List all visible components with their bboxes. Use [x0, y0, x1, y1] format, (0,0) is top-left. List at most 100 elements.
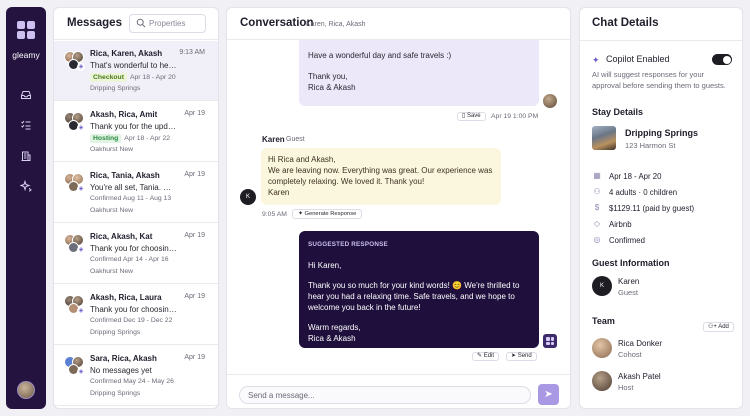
- details-title: Chat Details: [592, 17, 659, 29]
- property-name[interactable]: Dripping Springs: [625, 128, 698, 138]
- conversation-participants: Karen, Rica, Akash: [306, 21, 366, 28]
- message-line: We are leaving now. Everything was great…: [268, 166, 493, 186]
- thread-time: Apr 19: [184, 110, 205, 117]
- avatar: [592, 338, 612, 358]
- message-line: Hi Rica and Akash,: [268, 155, 336, 164]
- message-line: Rica & Akash: [308, 83, 356, 92]
- sparkle-icon[interactable]: [19, 179, 33, 194]
- messages-title: Messages: [67, 17, 122, 29]
- thread-dates: Apr 18 - Apr 20: [129, 74, 176, 81]
- thread-preview: Thank you for the update ...: [90, 122, 178, 131]
- message-timestamp: Apr 19 1:00 PM: [491, 113, 539, 120]
- thread-names: Akash, Rica, Laura: [90, 293, 162, 302]
- guest-avatar: K: [592, 276, 612, 296]
- thread-location: Dripping Springs: [90, 85, 141, 92]
- property-address: 123 Harmon St: [625, 141, 676, 150]
- thread-item[interactable]: ◈ Sara, Rica, Akash Apr 19 No messages y…: [54, 346, 218, 406]
- add-team-member-button[interactable]: ⚇+ Add: [703, 322, 734, 332]
- conversation-header: Conversation Karen, Rica, Akash: [227, 8, 570, 40]
- channel-icon: ◈: [77, 368, 85, 376]
- thread-location: Oakhurst New: [90, 146, 134, 153]
- thread-item[interactable]: ◈ Akash, Rica, Laura Apr 19 Thank you fo…: [54, 285, 218, 345]
- channel-icon: ◈: [77, 246, 85, 254]
- guest-role: Guest: [618, 288, 639, 297]
- sender-name: Karen: [262, 135, 285, 144]
- copilot-toggle[interactable]: [712, 54, 732, 65]
- thread-time: Apr 19: [184, 354, 205, 361]
- thread-time: 9:13 AM: [179, 49, 205, 56]
- sender-role: Guest: [286, 136, 305, 143]
- brand-name: gleamy: [12, 50, 40, 60]
- suggested-response-label: SUGGESTED RESPONSE: [308, 241, 388, 248]
- thread-location: Dripping Springs: [90, 329, 141, 336]
- thread-preview: That's wonderful to hea...: [90, 61, 178, 70]
- message-input[interactable]: [239, 386, 531, 404]
- thread-time: Apr 19: [184, 232, 205, 239]
- thread-status: Confirmed Apr 14 - Apr 16: [90, 256, 169, 263]
- thread-names: Rica, Akash, Kat: [90, 232, 153, 241]
- message-line: Thank you so much for your kind words! 😊…: [308, 281, 520, 312]
- thread-location: Dripping Springs: [90, 390, 141, 397]
- checklist-icon[interactable]: [19, 119, 33, 133]
- group-avatar: ◈: [64, 173, 85, 193]
- users-icon: ⚇: [593, 187, 601, 196]
- thread-status: Checkout Apr 18 - Apr 20: [90, 73, 176, 82]
- inbox-icon[interactable]: [19, 89, 33, 103]
- thread-item[interactable]: ◈ Rica, Tania, Akash Apr 19 You're all s…: [54, 163, 218, 223]
- outgoing-message: Have a wonderful day and safe travels :)…: [299, 40, 539, 106]
- team-heading: Team: [592, 316, 615, 326]
- tag-icon: ◇: [593, 219, 601, 228]
- thread-status: Confirmed Aug 11 - Aug 13: [90, 195, 172, 202]
- send-suggestion-button[interactable]: ➤ Send: [506, 352, 537, 361]
- generate-response-button[interactable]: ✦ Generate Response: [292, 209, 363, 219]
- channel-icon: ◈: [77, 124, 85, 132]
- thread-names: Akash, Rica, Amit: [90, 110, 158, 119]
- property-thumbnail[interactable]: [592, 126, 616, 150]
- thread-item[interactable]: ◈ Rica, Karen, Akash 9:13 AM That's wond…: [54, 41, 218, 101]
- group-avatar: ◈: [64, 234, 85, 254]
- team-member-role: Cohost: [618, 350, 642, 359]
- edit-button[interactable]: ✎ Edit: [472, 352, 500, 361]
- thread-status: Hosting Apr 18 - Apr 22: [90, 134, 170, 143]
- thread-item[interactable]: ◈ Akash, Rica, Amit Apr 19 Thank you for…: [54, 102, 218, 162]
- thread-preview: No messages yet: [90, 366, 152, 375]
- send-icon: ➤: [544, 389, 553, 400]
- search-input[interactable]: [149, 17, 203, 30]
- building-icon[interactable]: [19, 150, 33, 164]
- thread-status: Confirmed May 24 - May 26: [90, 378, 174, 385]
- thread-preview: Thank you for choosing o...: [90, 305, 178, 314]
- message-line: Karen: [268, 188, 290, 197]
- thread-names: Rica, Tania, Akash: [90, 171, 160, 180]
- team-member-role: Host: [618, 383, 634, 392]
- suggested-response: SUGGESTED RESPONSE Hi Karen, Thank you s…: [299, 231, 539, 348]
- message-line: Rica & Akash: [308, 334, 356, 343]
- messages-panel: Messages ◈ Rica, Karen, Akash 9:13 AM Th…: [53, 7, 219, 409]
- group-avatar: ◈: [64, 51, 85, 71]
- avatar: [592, 371, 612, 391]
- group-avatar: ◈: [64, 295, 85, 315]
- messages-header: Messages: [54, 8, 218, 40]
- thread-preview: You're all set, Tania. We'll ...: [90, 183, 178, 192]
- divider: [580, 40, 742, 41]
- properties-search[interactable]: [129, 14, 206, 33]
- send-button[interactable]: ➤: [538, 384, 559, 405]
- save-button[interactable]: ▯ Save: [457, 112, 486, 121]
- copilot-description: AI will suggest responses for your appro…: [592, 70, 726, 90]
- thread-time: Apr 19: [184, 293, 205, 300]
- channel-icon: ◈: [77, 185, 85, 193]
- send-icon: ➤: [511, 353, 518, 359]
- copilot-icon: [543, 334, 557, 348]
- search-icon: [136, 18, 146, 28]
- thread-item[interactable]: ◈ Rica, Akash, Kat Apr 19 Thank you for …: [54, 224, 218, 284]
- copilot-title: Copilot Enabled: [606, 54, 670, 64]
- message-line: Warm regards,: [308, 323, 361, 332]
- thread-location: Oakhurst New: [90, 207, 134, 214]
- status-badge: Checkout: [90, 73, 127, 82]
- guest-info-heading: Guest Information: [592, 258, 670, 268]
- incoming-message: Hi Rica and Akash, We are leaving now. E…: [261, 148, 501, 205]
- gleamy-logo-icon[interactable]: [17, 21, 35, 39]
- team-member-name: Rica Donker: [618, 339, 663, 348]
- user-avatar[interactable]: [17, 381, 35, 399]
- status-badge: Hosting: [90, 134, 122, 143]
- thread-names: Rica, Karen, Akash: [90, 49, 163, 58]
